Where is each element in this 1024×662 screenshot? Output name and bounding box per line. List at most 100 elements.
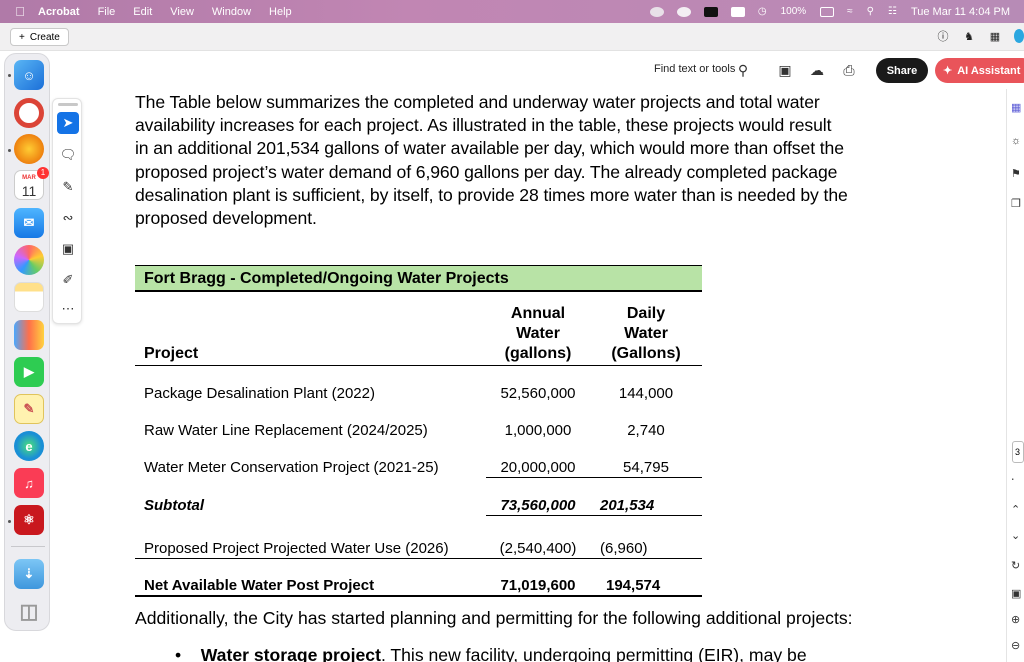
calendar-badge: 1 xyxy=(37,167,49,179)
running-indicator xyxy=(8,149,11,152)
row-daily: 54,795 xyxy=(623,459,669,476)
highlight-pen-icon[interactable]: ✎ xyxy=(57,176,79,198)
screen-share-icon[interactable] xyxy=(676,6,691,17)
running-indicator xyxy=(8,74,11,77)
ai-assistant-button[interactable]: ✦ AI Assistant xyxy=(935,58,1024,83)
account-avatar[interactable] xyxy=(1014,29,1024,43)
apple-menu-icon[interactable]:  xyxy=(6,4,34,19)
row-project: Raw Water Line Replacement (2024/2025) xyxy=(144,422,428,439)
create-label: Create xyxy=(29,31,60,43)
alert-icon[interactable] xyxy=(730,6,745,17)
more-tools-icon[interactable]: ⋯ xyxy=(57,298,79,320)
create-button[interactable]: + Create xyxy=(10,28,69,46)
control-center-icon[interactable]: ☷ xyxy=(888,6,897,17)
notification-bell-icon[interactable]: ♞ xyxy=(962,29,976,43)
mail-icon[interactable]: ✉ xyxy=(14,208,44,238)
header-annual-line: Water xyxy=(516,325,560,342)
photos-icon[interactable] xyxy=(14,245,44,275)
keynote-icon[interactable] xyxy=(14,320,44,350)
subtotal-annual: 73,560,000 xyxy=(500,497,576,514)
row-daily: 2,740 xyxy=(627,422,665,439)
menu-app-acrobat[interactable]: Acrobat xyxy=(38,6,80,18)
menu-window[interactable]: Window xyxy=(212,6,251,18)
proposed-daily: (6,960) xyxy=(600,540,648,557)
battery-icon[interactable] xyxy=(820,6,835,17)
header-daily-line: Daily xyxy=(626,305,666,322)
bullet-item: • Water storage project. This new facili… xyxy=(175,645,807,662)
upload-cloud-icon[interactable]: ☁ xyxy=(808,61,826,79)
net-daily: 194,574 xyxy=(606,577,661,594)
downloads-folder-icon[interactable]: ⇣ xyxy=(14,559,44,589)
scroll-up-icon[interactable]: ⌃ xyxy=(1011,503,1024,517)
plus-icon: + xyxy=(19,31,25,43)
wifi-icon[interactable]: ≈ xyxy=(847,6,853,17)
top-bar-icons: ⓘ ♞ ▦ xyxy=(936,29,1024,43)
macos-dock: ☺ MAR 11 1 ✉ ▶ ✎ e ♫ ⚛ ⇣ ◫ xyxy=(4,53,50,631)
row-daily: 144,000 xyxy=(618,385,674,402)
find-text-tools[interactable]: Find text or tools xyxy=(654,63,735,75)
menubar-clock[interactable]: Tue Mar 11 4:04 PM xyxy=(911,6,1010,18)
comment-icon[interactable]: 🗨 xyxy=(57,144,79,166)
menu-edit[interactable]: Edit xyxy=(133,6,152,18)
search-icon[interactable]: ⚲ xyxy=(734,61,752,79)
all-tools-icon[interactable]: ▦ xyxy=(1011,101,1024,115)
calendar-day: 11 xyxy=(21,183,37,199)
document-toolbar: Find text or tools ⚲ ▣ ☁ ⎙ Share ✦ AI As… xyxy=(0,51,1024,89)
header-rule xyxy=(135,365,702,366)
intro-paragraph: The Table below summarizes the completed… xyxy=(135,91,873,230)
fill-sign-icon[interactable]: ✐ xyxy=(57,269,79,291)
spotlight-search-icon[interactable]: ⚲ xyxy=(867,6,874,17)
record-icon[interactable] xyxy=(649,6,664,17)
ai-assistant-label: AI Assistant xyxy=(957,64,1021,77)
facetime-icon[interactable]: ▶ xyxy=(14,357,44,387)
draw-freehand-icon[interactable]: ∾ xyxy=(57,207,79,229)
proposed-annual: (2,540,400) xyxy=(499,540,577,557)
help-icon[interactable]: ⓘ xyxy=(936,29,950,43)
finder-icon[interactable]: ☺ xyxy=(14,60,44,90)
running-indicator xyxy=(8,520,11,523)
rotate-icon[interactable]: ↻ xyxy=(1011,559,1024,573)
clock-history-icon[interactable]: ◷ xyxy=(758,6,767,17)
display-icon[interactable] xyxy=(703,6,718,17)
apps-grid-icon[interactable]: ▦ xyxy=(988,29,1002,43)
menu-view[interactable]: View xyxy=(170,6,194,18)
menu-file[interactable]: File xyxy=(98,6,116,18)
header-daily-line: (Gallons) xyxy=(611,345,681,362)
paragraph-line: availability increases for each project.… xyxy=(135,115,832,136)
firefox-icon[interactable] xyxy=(14,134,44,164)
textedit-icon[interactable]: ✎ xyxy=(14,394,44,424)
menu-bar:  Acrobat File Edit View Window Help ◷ 1… xyxy=(0,0,1024,23)
subtotal-daily: 201,534 xyxy=(600,497,655,514)
total-pages-icon: ⋅ xyxy=(1011,474,1015,486)
zoom-out-icon[interactable]: ⊖ xyxy=(1011,639,1024,653)
comments-panel-icon[interactable]: ☼ xyxy=(1011,135,1024,149)
proposed-label: Proposed Project Projected Water Use (20… xyxy=(144,540,449,557)
print-icon[interactable]: ⎙ xyxy=(840,61,858,79)
page-number-field[interactable]: 3 xyxy=(1012,441,1024,463)
paragraph-line: in an additional 201,534 gallons of wate… xyxy=(135,138,844,159)
trash-icon[interactable]: ◫ xyxy=(14,596,44,626)
save-icon[interactable]: ▣ xyxy=(776,61,794,79)
bookmark-icon[interactable]: ⚑ xyxy=(1011,167,1024,181)
paragraph-line: desalination plant is sufficient, by its… xyxy=(135,184,848,205)
menu-help[interactable]: Help xyxy=(269,6,292,18)
scroll-down-icon[interactable]: ⌄ xyxy=(1011,529,1024,543)
quick-tools-rail: ➤ 🗨 ✎ ∾ ▣ ✐ ⋯ xyxy=(52,98,82,324)
zoom-in-icon[interactable]: ⊕ xyxy=(1011,613,1024,627)
row-annual: 20,000,000 xyxy=(500,459,576,476)
chrome-icon[interactable] xyxy=(14,98,44,128)
music-icon[interactable]: ♫ xyxy=(14,468,44,498)
header-project: Project xyxy=(144,345,199,362)
proposed-rule xyxy=(135,558,702,559)
fit-page-icon[interactable]: ▣ xyxy=(1011,587,1024,601)
edge-icon[interactable]: e xyxy=(14,431,44,461)
notes-icon[interactable] xyxy=(14,282,44,312)
pages-thumbnail-icon[interactable]: ❐ xyxy=(1011,197,1024,211)
share-button[interactable]: Share xyxy=(876,58,928,83)
select-cursor-icon[interactable]: ➤ xyxy=(57,112,79,134)
bullet-bold-title: Water storage project xyxy=(200,645,381,662)
acrobat-icon[interactable]: ⚛ xyxy=(14,505,44,535)
text-box-icon[interactable]: ▣ xyxy=(57,238,79,260)
rail-drag-handle[interactable] xyxy=(58,103,78,106)
row-project: Package Desalination Plant (2022) xyxy=(144,385,375,402)
